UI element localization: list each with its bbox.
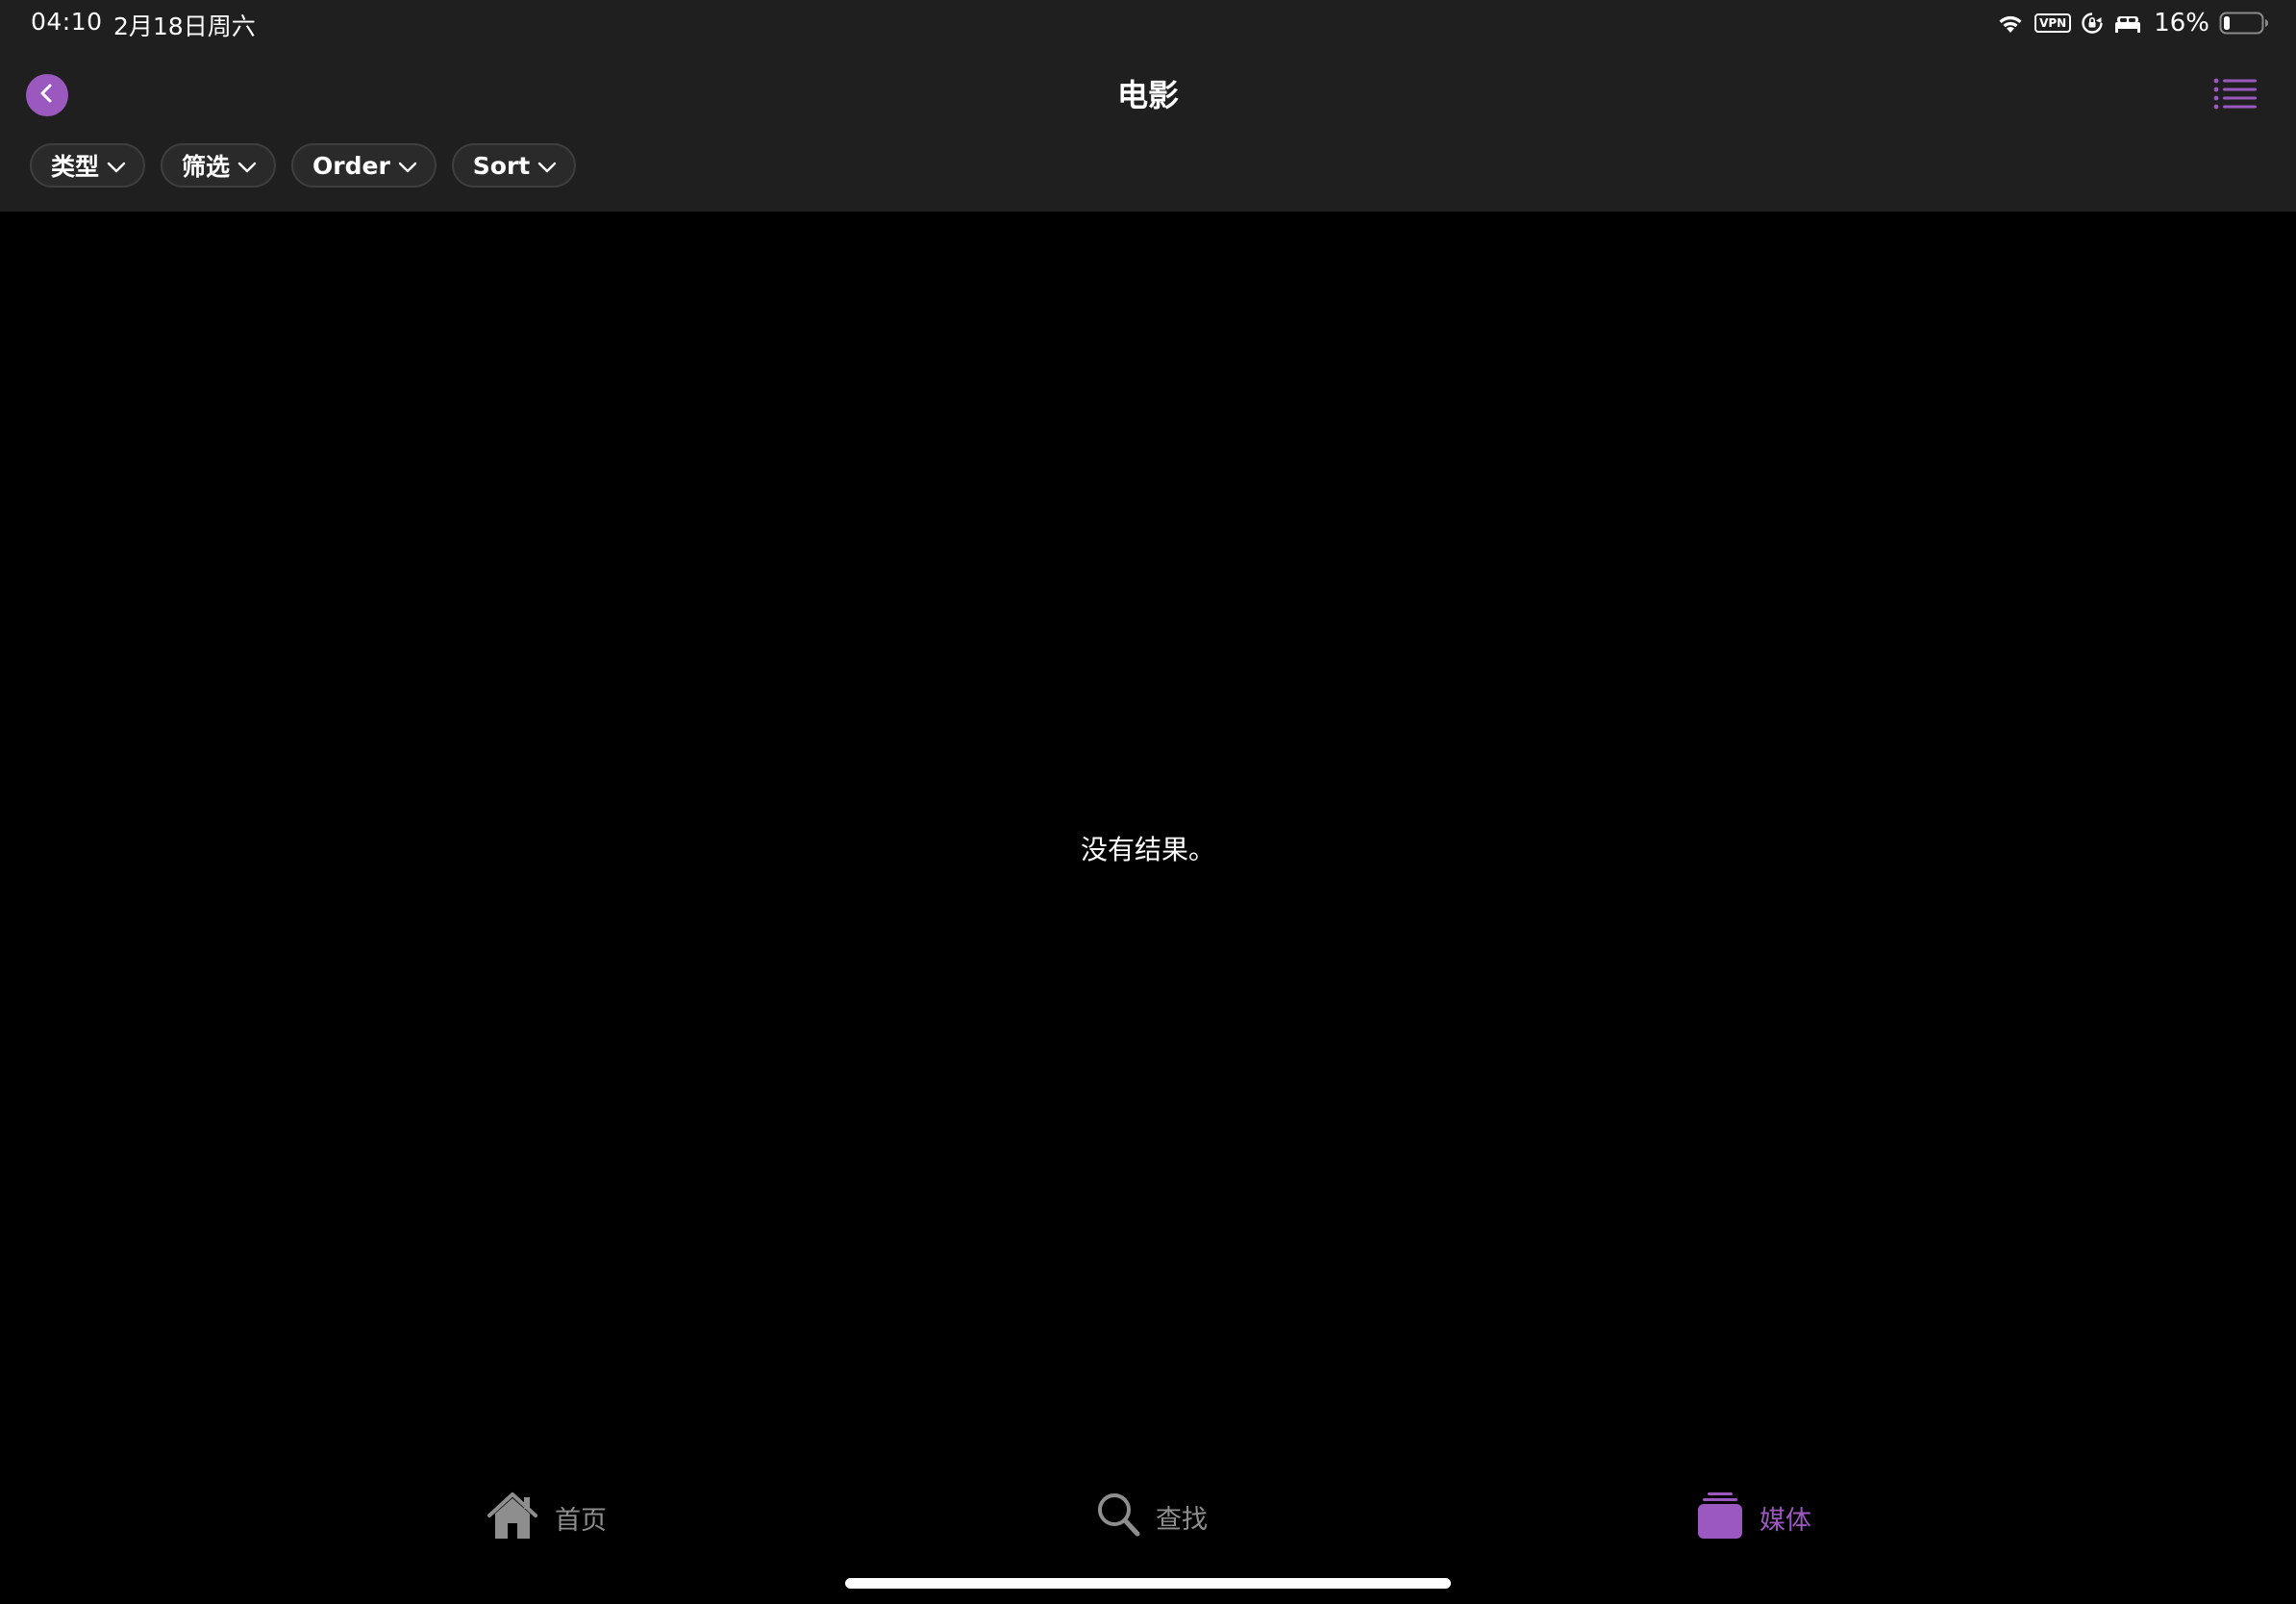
chevron-down-icon [398, 152, 417, 180]
tab-home[interactable]: 首页 [486, 1491, 607, 1544]
app-screen: 04:10 2月18日周六 VPN 16% 电影 类型 筛选 Order Sor… [0, 0, 2296, 1604]
sleep-focus-icon [2113, 13, 2142, 34]
home-indicator[interactable] [845, 1578, 1451, 1589]
list-icon [2213, 78, 2258, 115]
tab-media-label: 媒体 [1759, 1505, 1811, 1536]
status-time: 04:10 [31, 8, 103, 36]
list-menu-button[interactable] [2213, 77, 2258, 112]
orientation-lock-icon [2081, 12, 2104, 35]
battery-icon [2219, 11, 2269, 36]
tab-home-label: 首页 [555, 1505, 607, 1536]
status-bar: 04:10 2月18日周六 VPN 16% [0, 0, 2296, 48]
chip-label: Sort [472, 151, 531, 180]
tab-bar: 首页 查找 媒体 [0, 1491, 2296, 1567]
filter-type-chip[interactable]: 类型 [30, 143, 146, 188]
media-stack-icon [1696, 1491, 1744, 1544]
search-icon [1096, 1491, 1140, 1542]
chip-label: Order [312, 151, 390, 180]
filter-filter-chip[interactable]: 筛选 [161, 143, 277, 188]
wifi-icon [1996, 12, 2025, 35]
filter-sort-chip[interactable]: Sort [451, 143, 577, 188]
status-icons: VPN 16% [1996, 8, 2269, 38]
top-chrome: 04:10 2月18日周六 VPN 16% 电影 类型 筛选 Order Sor… [0, 0, 2296, 212]
chevron-down-icon [237, 152, 257, 180]
status-date: 2月18日周六 [113, 13, 256, 40]
vpn-icon: VPN [2034, 13, 2072, 33]
house-icon [486, 1491, 539, 1544]
chevron-down-icon [537, 152, 557, 180]
tab-media[interactable]: 媒体 [1696, 1491, 1811, 1544]
chip-label: 筛选 [182, 153, 231, 181]
page-title: 电影 [1116, 77, 1179, 113]
chevron-down-icon [107, 152, 126, 180]
chip-label: 类型 [51, 153, 100, 181]
filter-order-chip[interactable]: Order [291, 143, 437, 188]
battery-percent: 16% [2154, 9, 2209, 38]
tab-search-label: 查找 [1156, 1504, 1208, 1535]
filter-chips: 类型 筛选 Order Sort [30, 143, 577, 188]
tab-search[interactable]: 查找 [1096, 1491, 1208, 1542]
empty-results-message: 没有结果。 [1080, 834, 1215, 865]
